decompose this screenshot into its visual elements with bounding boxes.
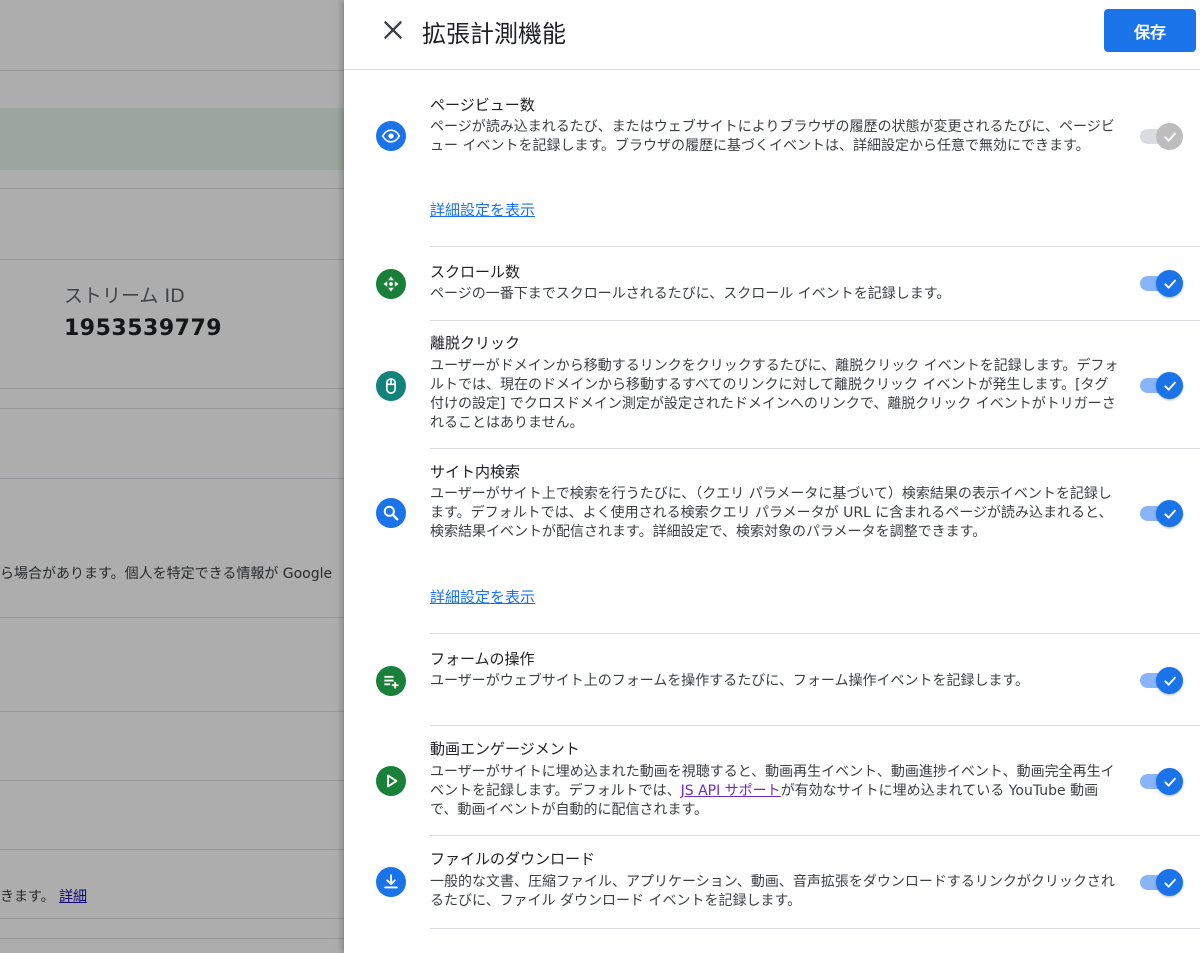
modal-scrim[interactable] xyxy=(0,0,344,953)
feature-file-downloads: ファイルのダウンロード 一般的な文書、圧縮ファイル、アプリケーション、動画、音声… xyxy=(344,836,1200,930)
background-page: ストリーム ID 1953539779 ら場合があります。個人を特定できる情報が… xyxy=(0,0,344,953)
download-icon xyxy=(376,867,406,897)
check-icon xyxy=(1156,768,1183,795)
check-icon xyxy=(1156,869,1183,896)
feature-description: 一般的な文書、圧縮ファイル、アプリケーション、動画、音声拡張をダウンロードするリ… xyxy=(430,874,1115,909)
search-icon xyxy=(376,498,406,528)
feature-title: ファイルのダウンロード xyxy=(430,850,596,868)
feature-form-interactions: フォームの操作 ユーザーがウェブサイト上のフォームを操作するたびに、フォーム操作… xyxy=(344,634,1200,726)
feature-description: ページの一番下までスクロールされるたびに、スクロール イベントを記録します。 xyxy=(430,286,951,302)
form-interactions-toggle[interactable] xyxy=(1140,666,1184,694)
feature-description: ユーザーがドメインから移動するリンクをクリックするたびに、離脱クリック イベント… xyxy=(430,358,1119,431)
close-icon xyxy=(384,21,402,39)
feature-title: フォームの操作 xyxy=(430,650,535,668)
feature-video-engagement: 動画エンゲージメント ユーザーがサイトに埋め込まれた動画を視聴すると、動画再生イ… xyxy=(344,726,1200,836)
check-icon xyxy=(1156,372,1183,399)
feature-site-search: サイト内検索 ユーザーがサイト上で検索を行うたびに、（クエリ パラメータに基づい… xyxy=(344,449,1200,634)
page-views-toggle[interactable] xyxy=(1140,122,1184,150)
enhanced-measurement-panel: 拡張計測機能 保存 ページビュー数 ページが読み込まれるたび、またはウェブサイト… xyxy=(344,0,1200,953)
video-engagement-toggle[interactable] xyxy=(1140,767,1184,795)
feature-title: ページビュー数 xyxy=(430,96,535,114)
scrolls-toggle[interactable] xyxy=(1140,269,1184,297)
feature-title: 動画エンゲージメント xyxy=(430,740,580,758)
feature-page-views: ページビュー数 ページが読み込まれるたび、またはウェブサイトによりブラウザの履歴… xyxy=(344,70,1200,247)
close-button[interactable] xyxy=(380,17,406,43)
show-advanced-settings-link[interactable]: 詳細設定を表示 xyxy=(430,199,535,220)
feature-description: ユーザーがウェブサイト上のフォームを操作するたびに、フォーム操作イベントを記録し… xyxy=(430,673,1030,689)
feature-description: ユーザーがサイトに埋め込まれた動画を視聴すると、動画再生イベント、動画進捗イベン… xyxy=(430,763,1120,820)
feature-title: スクロール数 xyxy=(430,263,521,281)
show-advanced-settings-link[interactable]: 詳細設定を表示 xyxy=(430,586,535,607)
outbound-clicks-toggle[interactable] xyxy=(1140,371,1184,399)
feature-title: 離脱クリック xyxy=(430,334,521,352)
save-button[interactable]: 保存 xyxy=(1104,9,1196,52)
file-downloads-toggle[interactable] xyxy=(1140,868,1184,896)
feature-description: ユーザーがサイト上で検索を行うたびに、（クエリ パラメータに基づいて）検索結果の… xyxy=(430,486,1113,540)
feature-description: ページが読み込まれるたび、またはウェブサイトによりブラウザの履歴の状態が変更され… xyxy=(430,119,1115,154)
eye-icon xyxy=(376,121,406,151)
play-icon xyxy=(376,766,406,796)
check-icon xyxy=(1156,270,1183,297)
check-icon xyxy=(1156,667,1183,694)
check-icon xyxy=(1156,123,1183,150)
check-icon xyxy=(1156,500,1183,527)
site-search-toggle[interactable] xyxy=(1140,499,1184,527)
panel-title: 拡張計測機能 xyxy=(422,20,566,48)
divider xyxy=(430,928,1200,929)
feature-title: サイト内検索 xyxy=(430,463,521,481)
panel-header: 拡張計測機能 保存 xyxy=(344,0,1200,70)
form-add-icon xyxy=(376,666,406,696)
feature-scrolls: スクロール数 ページの一番下までスクロールされるたびに、スクロール イベントを記… xyxy=(344,247,1200,321)
js-api-support-link[interactable]: JS API サポート xyxy=(681,783,781,799)
mouse-icon xyxy=(376,371,406,401)
scroll-icon xyxy=(376,269,406,299)
feature-outbound-clicks: 離脱クリック ユーザーがドメインから移動するリンクをクリックするたびに、離脱クリ… xyxy=(344,321,1200,449)
